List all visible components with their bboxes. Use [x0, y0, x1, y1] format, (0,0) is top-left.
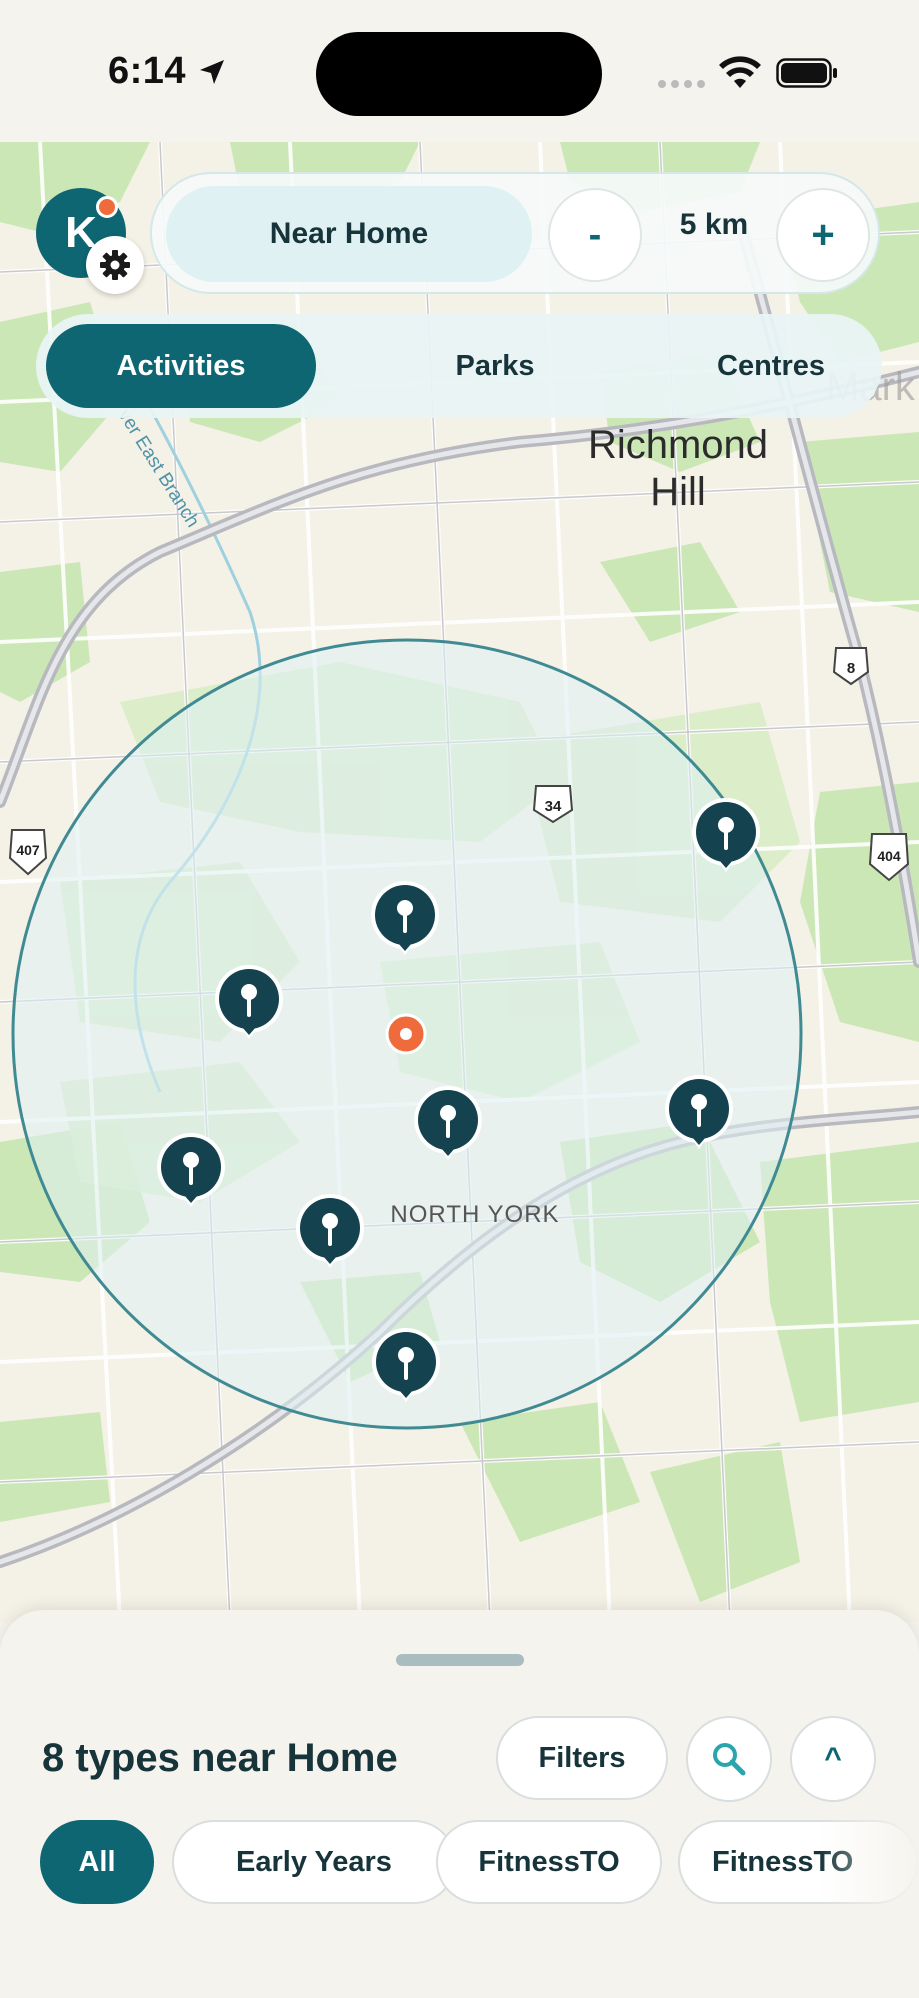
- radius-value: 5 km: [679, 208, 749, 241]
- decrease-radius-button[interactable]: -: [548, 188, 642, 282]
- current-location-marker: [385, 1013, 427, 1055]
- status-bar: 6:14: [0, 0, 919, 142]
- radius-control-bar: Near Home - 5 km +: [150, 172, 880, 294]
- svg-text:404: 404: [877, 848, 901, 864]
- battery-icon: [776, 58, 837, 88]
- type-filter-chips: All Early Years FitnessTO FitnessTO: [40, 1820, 919, 1906]
- chip-fitnessto-2[interactable]: FitnessTO: [678, 1820, 918, 1904]
- settings-button[interactable]: [86, 236, 144, 294]
- dynamic-island: [316, 32, 602, 116]
- filters-button[interactable]: Filters: [496, 1716, 668, 1800]
- notification-dot: [96, 196, 118, 218]
- chip-all[interactable]: All: [40, 1820, 154, 1904]
- location-selector[interactable]: Near Home: [166, 186, 532, 282]
- results-title: 8 types near Home: [42, 1736, 398, 1780]
- map-label-north-york: NORTH YORK: [390, 1201, 559, 1228]
- expand-sheet-button[interactable]: ^: [790, 1716, 876, 1802]
- search-icon: [713, 1743, 746, 1776]
- tab-activities[interactable]: Activities: [46, 324, 316, 408]
- app-screen: 6:14 Richmond Hill NORTH YORK ver East B…: [0, 0, 919, 1998]
- tab-centres[interactable]: Centres: [636, 324, 906, 408]
- chip-fitnessto[interactable]: FitnessTO: [436, 1820, 662, 1904]
- svg-text:407: 407: [16, 842, 40, 858]
- svg-text:34: 34: [545, 798, 562, 815]
- status-time: 6:14: [108, 50, 187, 92]
- svg-text:8: 8: [847, 660, 855, 677]
- category-segmented-control: Activities Parks Centres: [36, 314, 882, 418]
- highway-shield-407: 407: [8, 829, 48, 876]
- increase-radius-button[interactable]: +: [776, 188, 870, 282]
- gear-icon: [100, 250, 130, 280]
- sheet-grabber-handle[interactable]: [396, 1654, 524, 1666]
- tab-parks[interactable]: Parks: [360, 324, 630, 408]
- location-arrow-icon: [200, 60, 224, 84]
- search-button[interactable]: [686, 1716, 772, 1802]
- cellular-signal-icon: [658, 80, 705, 88]
- wifi-icon: [719, 56, 761, 88]
- chip-early-years[interactable]: Early Years: [172, 1820, 456, 1904]
- results-bottom-sheet[interactable]: 8 types near Home Filters ^ All Early Ye…: [0, 1610, 919, 1998]
